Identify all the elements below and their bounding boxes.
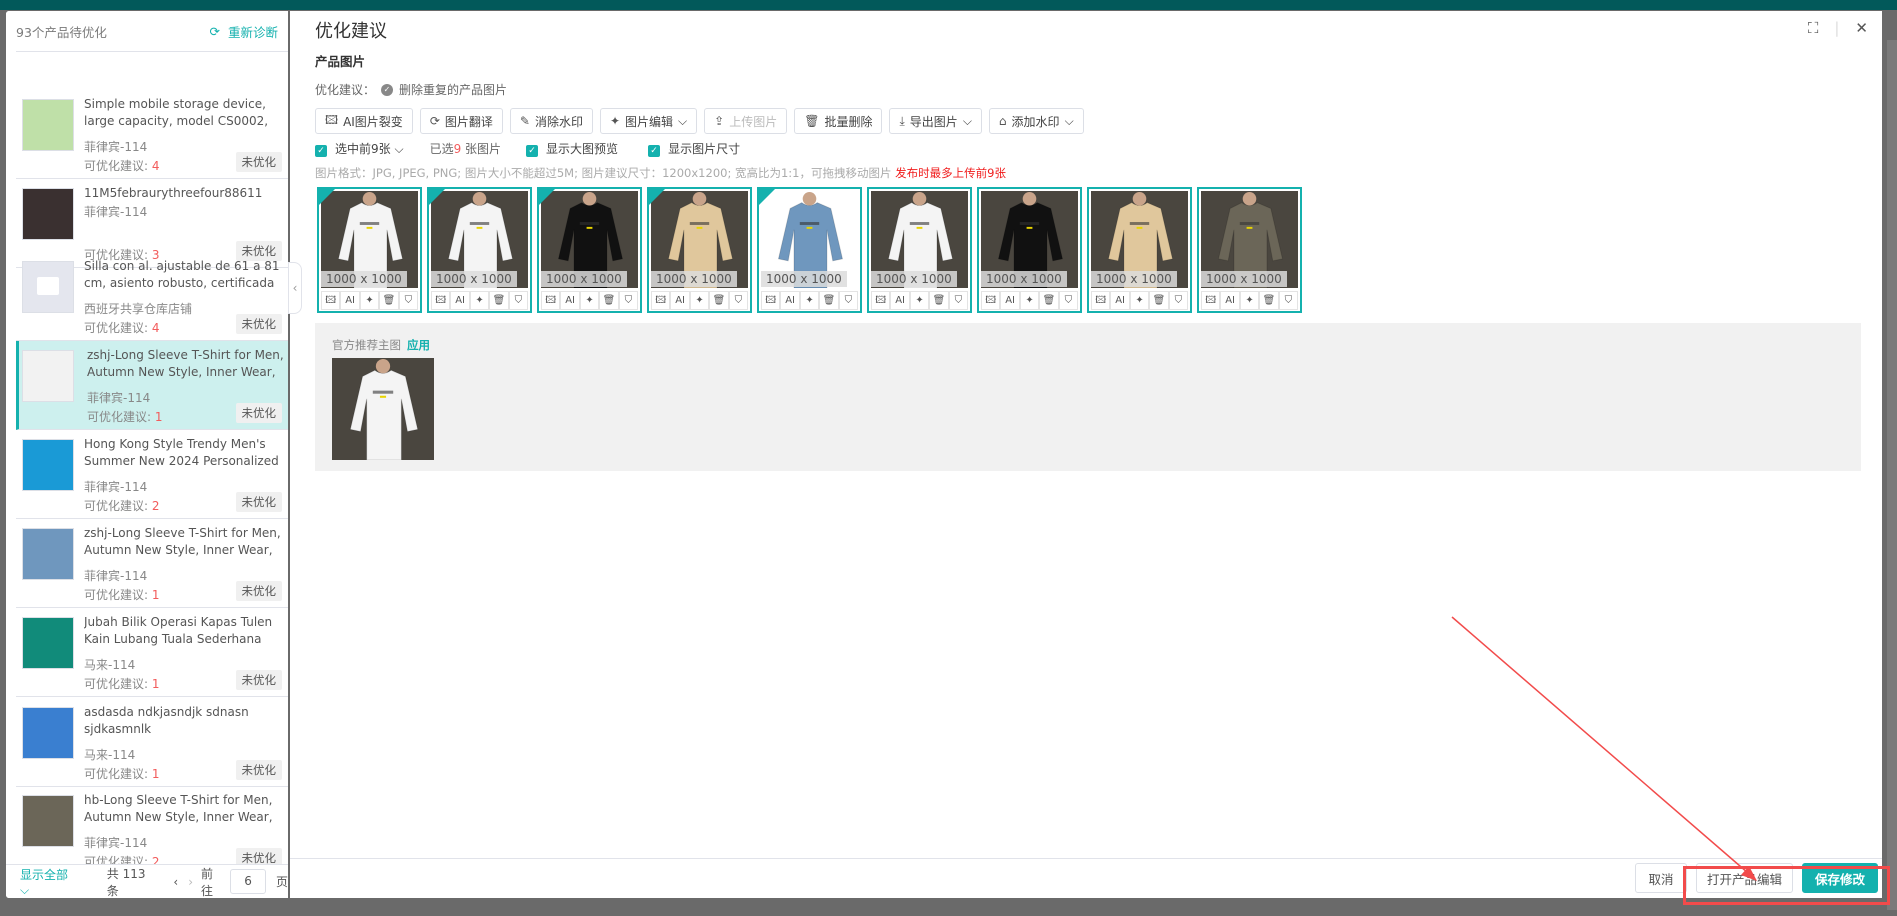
selected-corner-icon (759, 189, 775, 205)
image-size: 1000 x 1000 (541, 271, 627, 287)
image-size: 1000 x 1000 (651, 271, 737, 287)
collapse-panel-button[interactable]: ‹ (288, 262, 302, 314)
image-size: 1000 x 1000 (1201, 271, 1287, 287)
selected-corner-icon (319, 189, 335, 205)
rediagnose-button[interactable]: ⟳ 重新诊断 (210, 22, 279, 41)
image-size: 1000 x 1000 (431, 271, 517, 287)
annotation-arrow (1451, 616, 1757, 881)
image-size: 1000 x 1000 (1091, 271, 1177, 287)
pending-count: 93个产品待优化 (16, 24, 107, 40)
image-size: 1000 x 1000 (871, 271, 957, 287)
selected-corner-icon (649, 189, 665, 205)
image-size: 1000 x 1000 (981, 271, 1067, 287)
refresh-icon: ⟳ (209, 23, 220, 39)
selected-corner-icon (539, 189, 555, 205)
image-size: 1000 x 1000 (761, 271, 847, 287)
selected-corner-icon (429, 189, 445, 205)
list-header: 93个产品待优化 ⟳ 重新诊断 (6, 11, 288, 51)
image-size: 1000 x 1000 (321, 271, 407, 287)
